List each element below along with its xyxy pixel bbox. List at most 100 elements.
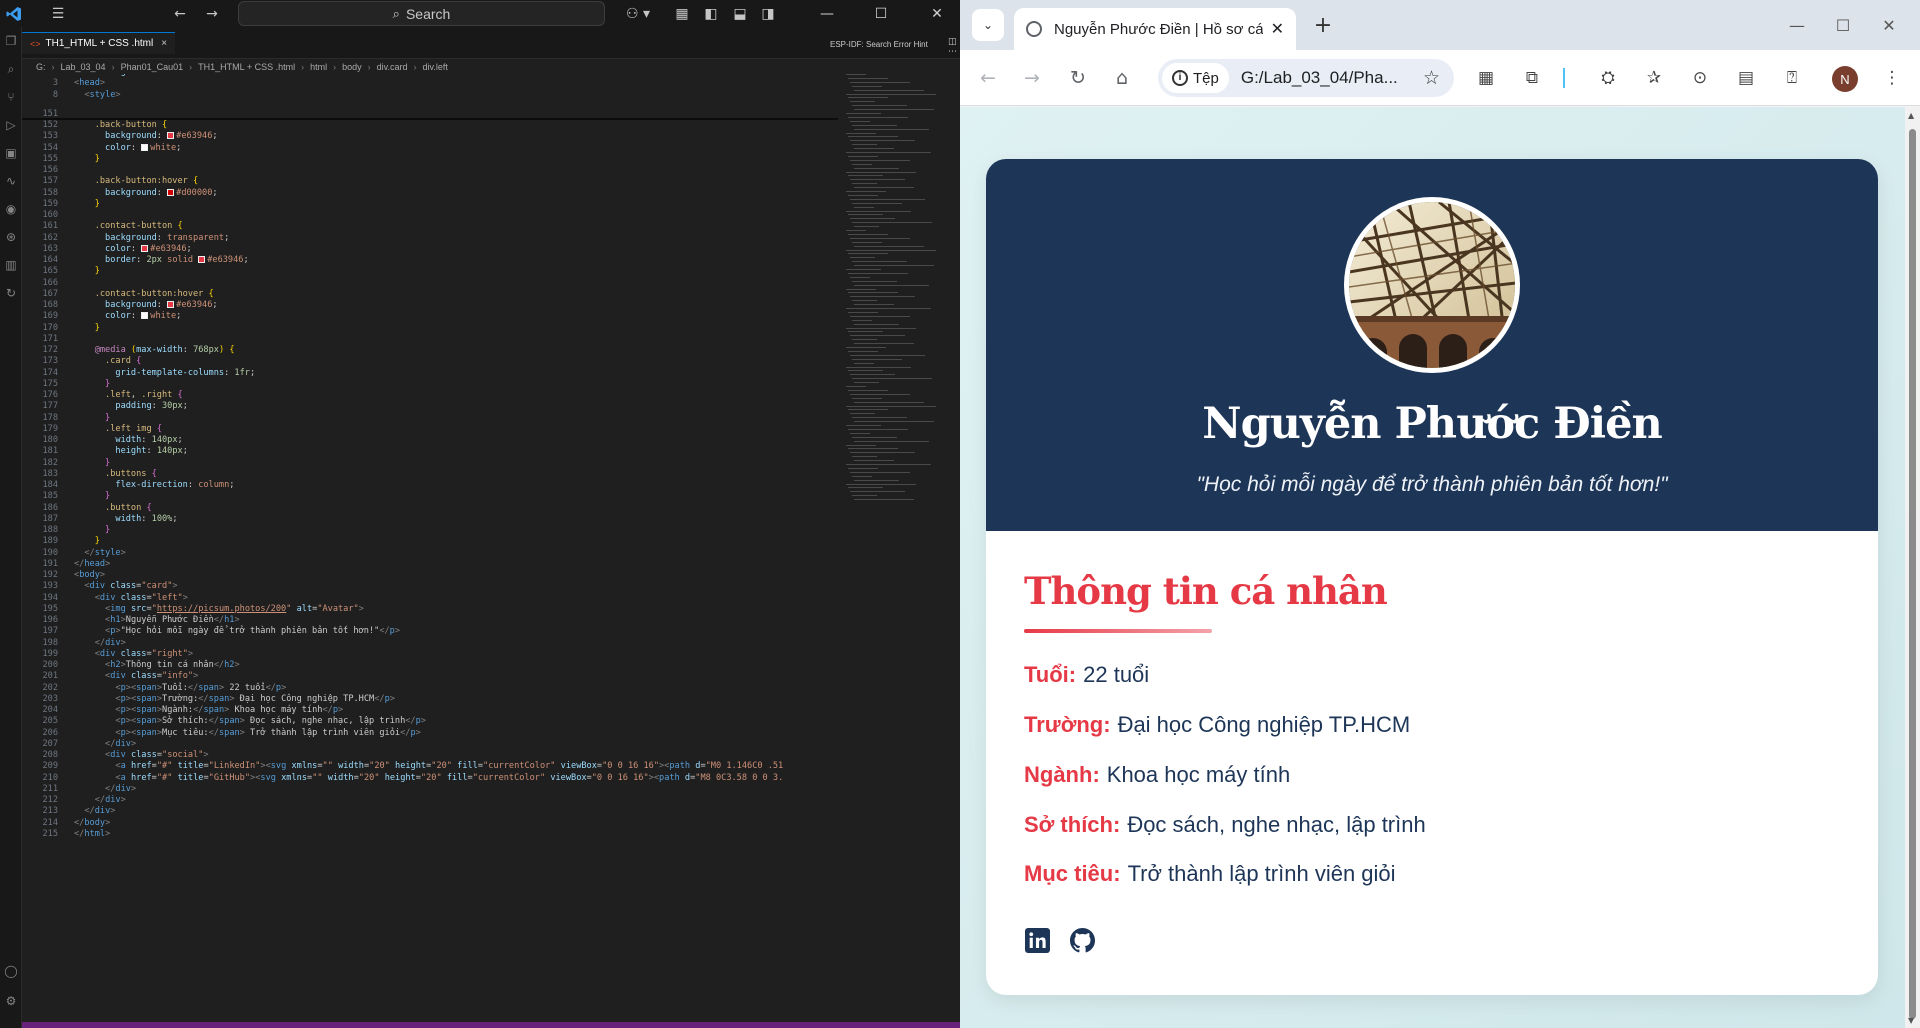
more-menu-icon[interactable]: ⋮ — [1878, 64, 1906, 92]
esp-idf-icon[interactable]: ◉ — [0, 195, 22, 223]
file-info-chip[interactable]: i Tệp — [1162, 63, 1229, 93]
editor-actions-icon[interactable]: ◫ ⋯ — [948, 37, 960, 57]
code-editor[interactable]: 2<html lang="vi">3<head>8 <style>151152 … — [22, 74, 838, 1020]
reload-icon[interactable]: ↻ — [1062, 62, 1094, 94]
close-icon[interactable]: ✕ — [914, 0, 960, 27]
tab-th1-html[interactable]: <> TH1_HTML + CSS .html × — [22, 32, 176, 54]
minimap-line — [846, 93, 936, 95]
minimap[interactable] — [838, 74, 960, 514]
forward-arrow-icon[interactable]: → — [198, 0, 226, 27]
tab-close-icon[interactable]: × — [161, 38, 167, 49]
reading-mode-icon[interactable]: ▤ — [1732, 64, 1760, 92]
minimap-line — [846, 464, 931, 465]
back-arrow-icon[interactable]: ← — [166, 0, 194, 27]
minimap-line — [848, 389, 888, 391]
toggle-secondary-sidebar-icon[interactable]: ◨ — [754, 0, 782, 27]
scroll-up-arrow-icon[interactable]: ▲ — [1908, 111, 1914, 120]
breadcrumb-item[interactable]: Phan01_Cau01 — [121, 62, 184, 72]
minimap-line — [852, 241, 882, 243]
explorer-icon[interactable]: ❐ — [0, 27, 22, 55]
html-file-icon: <> — [30, 38, 41, 49]
toggle-sidebar-icon[interactable]: ◧ — [697, 0, 725, 27]
minimap-line — [854, 479, 899, 481]
breadcrumb-item[interactable]: Lab_03_04 — [61, 62, 106, 72]
menu-icon[interactable]: ☰ — [44, 0, 72, 27]
minimap-line — [854, 304, 894, 306]
chart-icon[interactable]: ▥ — [0, 251, 22, 279]
address-bar[interactable]: i Tệp G:/Lab_03_04/Pha... ☆ — [1158, 59, 1454, 97]
minimap-line — [846, 405, 936, 407]
minimize-icon[interactable]: — — [804, 0, 850, 27]
code-line: <p>"Học hỏi mỗi ngày để trở thành phiên … — [105, 626, 401, 637]
settings-gear-icon[interactable]: ⚙ — [0, 987, 22, 1015]
minimap-line — [852, 202, 902, 204]
close-icon[interactable]: ✕ — [1866, 8, 1912, 42]
command-center-search[interactable]: ⌕ Search — [238, 1, 605, 26]
github-icon[interactable] — [1069, 927, 1096, 954]
maximize-icon[interactable]: ☐ — [858, 0, 904, 27]
page-scrollbar[interactable]: ▲ ▼ — [1905, 107, 1920, 1028]
minimap-line — [854, 206, 874, 208]
maximize-icon[interactable]: ☐ — [1820, 8, 1866, 42]
breadcrumb-item[interactable]: body — [342, 62, 362, 72]
minimap-line — [854, 343, 914, 345]
minimize-icon[interactable]: — — [1774, 8, 1820, 42]
line-number: 199 — [42, 648, 58, 659]
favorites-icon[interactable]: ✰ — [1640, 64, 1668, 92]
code-line: background: #d00000; — [105, 187, 218, 198]
new-tab-plus-icon[interactable]: + — [1308, 10, 1338, 40]
back-arrow-icon[interactable]: ← — [972, 62, 1004, 94]
graph-icon[interactable]: ∿ — [0, 167, 22, 195]
live-share-icon[interactable]: ↻ — [0, 279, 22, 307]
run-debug-icon[interactable]: ▷ — [0, 111, 22, 139]
forward-arrow-icon[interactable]: → — [1016, 62, 1048, 94]
line-number: 195 — [42, 603, 58, 614]
linkedin-icon[interactable] — [1024, 927, 1051, 954]
scroll-down-arrow-icon[interactable]: ▼ — [1908, 1016, 1914, 1025]
home-icon[interactable]: ⌂ — [1106, 62, 1138, 94]
minimap-line — [850, 276, 870, 278]
translate-icon[interactable]: ⍰ — [1778, 64, 1806, 92]
tab-search-chevron-icon[interactable]: ⌄ — [972, 9, 1004, 41]
breadcrumb-item[interactable]: html — [310, 62, 327, 72]
profile-avatar[interactable]: N — [1832, 66, 1858, 92]
esp-idf-hint[interactable]: ESP-IDF: Search Error Hint — [830, 40, 928, 49]
minimap-line — [846, 288, 876, 290]
layout-icon[interactable]: ▦ — [668, 0, 696, 27]
scrollbar-thumb[interactable] — [1909, 129, 1916, 1019]
line-number: 203 — [42, 693, 58, 704]
extensions-icon[interactable]: ▣ — [0, 139, 22, 167]
source-control-icon[interactable]: ⑂ — [0, 83, 22, 111]
account-icon[interactable]: ◯ — [0, 957, 22, 985]
minimap-line — [854, 362, 874, 364]
remote-explorer-icon[interactable]: ⊛ — [0, 223, 22, 251]
tab-close-icon[interactable]: ✕ — [1271, 19, 1284, 39]
code-line: <div class="left"> — [94, 592, 188, 603]
performance-icon[interactable]: ⛭ — [1594, 64, 1622, 92]
line-number: 3 — [52, 78, 58, 89]
minimap-line — [846, 425, 881, 426]
breadcrumb-item[interactable]: G: — [36, 62, 46, 72]
line-number: 172 — [42, 345, 58, 355]
minimap-line — [850, 218, 895, 220]
toggle-panel-icon[interactable]: ⬓ — [726, 0, 754, 27]
breadcrumb-item[interactable]: div.left — [423, 62, 448, 72]
browser-tab[interactable]: Nguyễn Phước Điền | Hồ sơ cá ✕ — [1014, 8, 1296, 50]
bookmark-star-icon[interactable]: ☆ — [1423, 67, 1440, 90]
editor-tabs: <> TH1_HTML + CSS .html × ESP-IDF: Searc… — [22, 27, 960, 59]
minimap-line — [852, 163, 872, 165]
minimap-line — [848, 155, 878, 157]
copilot-icon[interactable]: ⚇ ▾ — [620, 0, 656, 27]
code-line: <h2>Thông tin cá nhân</h2> — [105, 660, 240, 670]
breadcrumb-item[interactable]: div.card — [377, 62, 408, 72]
search-view-icon[interactable]: ⌕ — [0, 55, 22, 83]
minimap-line — [852, 475, 872, 477]
breadcrumb-item[interactable]: TH1_HTML + CSS .html — [198, 62, 295, 72]
screenshot-icon[interactable]: ⊙ — [1686, 64, 1714, 92]
extension-puzzle-icon[interactable]: ▦ — [1472, 64, 1500, 92]
card-left-panel: Nguyễn Phước Điền "Học hỏi mỗi ngày để t… — [986, 159, 1878, 531]
extensions-icon[interactable]: ⧉ — [1518, 64, 1546, 92]
address-url[interactable]: G:/Lab_03_04/Pha... — [1241, 68, 1423, 88]
line-number: 186 — [42, 502, 58, 513]
minimap-line — [850, 393, 910, 395]
